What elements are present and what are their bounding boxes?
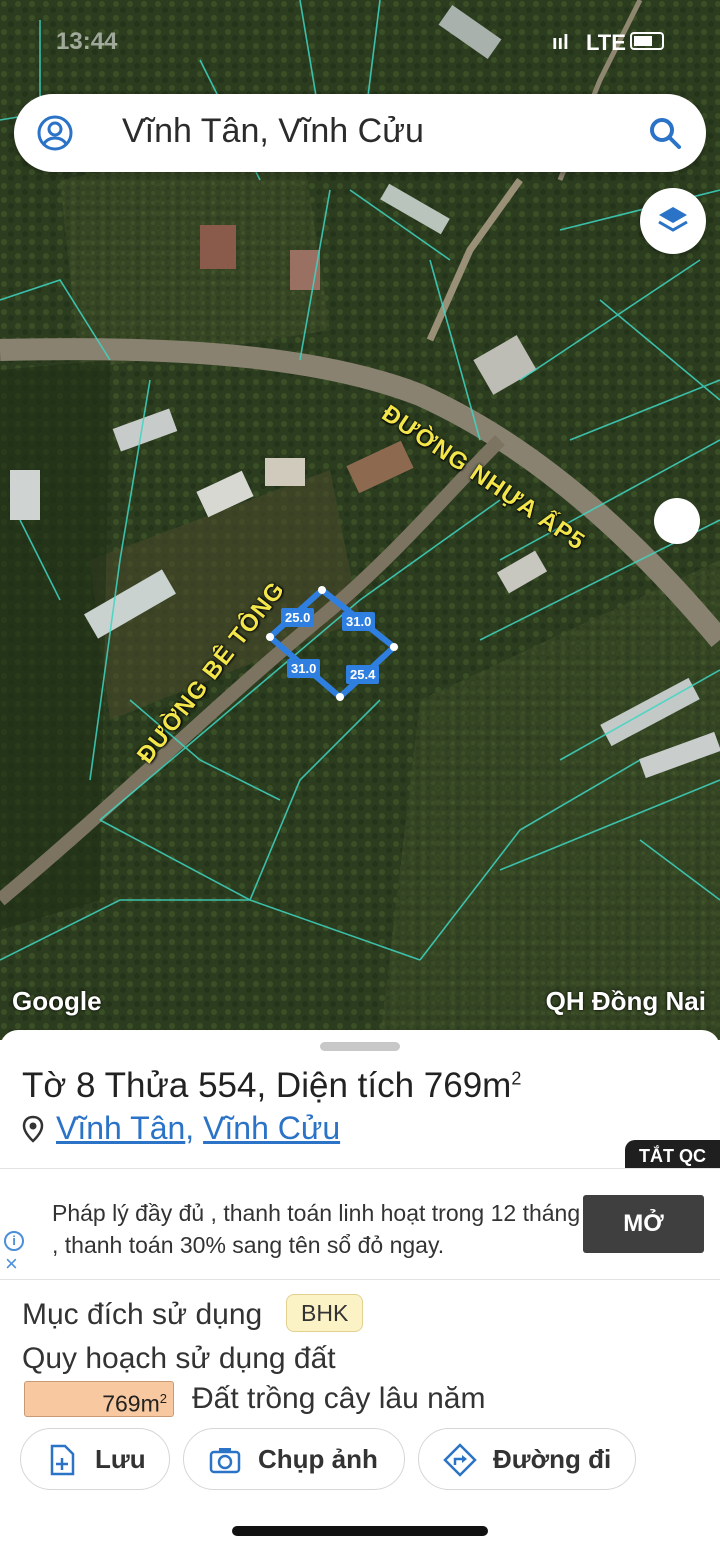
network-type: LTE <box>586 30 626 55</box>
location-marker[interactable] <box>654 498 700 544</box>
land-use-badge: BHK <box>286 1294 364 1332</box>
search-bar[interactable]: Vĩnh Tân, Vĩnh Cửu <box>14 94 706 172</box>
ad-dismiss-icon[interactable]: × <box>5 1253 18 1275</box>
status-bar: 13:44 ııl LTE <box>0 28 720 58</box>
parcel-dimension: 25.4 <box>346 665 380 684</box>
ad-text: Pháp lý đầy đủ , thanh toán linh hoạt tr… <box>52 1200 581 1258</box>
search-query[interactable]: Vĩnh Tân, Vĩnh Cửu <box>122 112 424 151</box>
save-file-icon <box>50 1444 75 1476</box>
parcel-title: Tờ 8 Thửa 554, Diện tích 769m2 <box>22 1066 521 1106</box>
action-bar: Lưu Chụp ảnh Đường đi <box>0 1428 720 1492</box>
planning-label: Quy hoạch sử dụng đất <box>22 1342 336 1375</box>
planning-area-bar: 769m2 <box>24 1381 174 1417</box>
map-layer-name: QH Đồng Nai <box>545 986 706 1016</box>
location-link-commune[interactable]: Vĩnh Tân <box>56 1110 185 1146</box>
ad-info-icon[interactable]: i <box>4 1231 24 1251</box>
account-icon[interactable] <box>36 114 74 152</box>
planning-area-value: 769m <box>102 1390 160 1417</box>
google-watermark: Google <box>12 986 102 1016</box>
search-icon[interactable] <box>646 114 684 152</box>
save-button[interactable]: Lưu <box>20 1428 170 1490</box>
camera-icon <box>209 1448 241 1474</box>
planning-description: Đất trồng cây lâu năm <box>192 1382 486 1415</box>
directions-label: Đường đi <box>493 1444 612 1474</box>
parcel-dimension: 31.0 <box>342 612 376 631</box>
save-label: Lưu <box>95 1444 146 1474</box>
satellite-map[interactable]: 13:44 ııl LTE Vĩnh Tân, Vĩnh Cửu ĐƯỜNG N… <box>0 0 720 1040</box>
take-photo-label: Chụp ảnh <box>258 1444 378 1474</box>
sheet-drag-handle[interactable] <box>320 1042 400 1051</box>
parcel-dimension: 25.0 <box>281 608 315 627</box>
parcel-dimension: 31.0 <box>287 659 321 678</box>
home-indicator[interactable] <box>232 1526 488 1536</box>
ad-open-button[interactable]: MỞ <box>583 1195 704 1253</box>
take-photo-button[interactable]: Chụp ảnh <box>183 1428 405 1490</box>
planning-area-unit: 2 <box>159 1391 167 1406</box>
layers-button[interactable] <box>640 188 706 254</box>
location-separator: , <box>185 1110 195 1146</box>
status-time: 13:44 <box>56 28 118 55</box>
directions-button[interactable]: Đường đi <box>418 1428 636 1490</box>
area-unit-superscript: 2 <box>511 1068 522 1089</box>
signal-icon: ııl <box>552 32 569 54</box>
layers-icon <box>658 207 688 232</box>
parcel-title-text: Tờ 8 Thửa 554, Diện tích 769m <box>22 1066 512 1105</box>
location-link-district[interactable]: Vĩnh Cửu <box>203 1110 340 1146</box>
parcel-location: Vĩnh Tân, Vĩnh Cửu <box>22 1110 340 1147</box>
directions-icon <box>443 1443 477 1477</box>
ad-banner[interactable]: Pháp lý đầy đủ , thanh toán linh hoạt tr… <box>0 1168 720 1280</box>
parcel-info-sheet[interactable]: Tờ 8 Thửa 554, Diện tích 769m2 Vĩnh Tân,… <box>0 1030 720 1557</box>
location-pin-icon <box>22 1115 44 1143</box>
battery-icon <box>630 32 664 50</box>
land-use-label: Mục đích sử dụng <box>22 1298 263 1331</box>
